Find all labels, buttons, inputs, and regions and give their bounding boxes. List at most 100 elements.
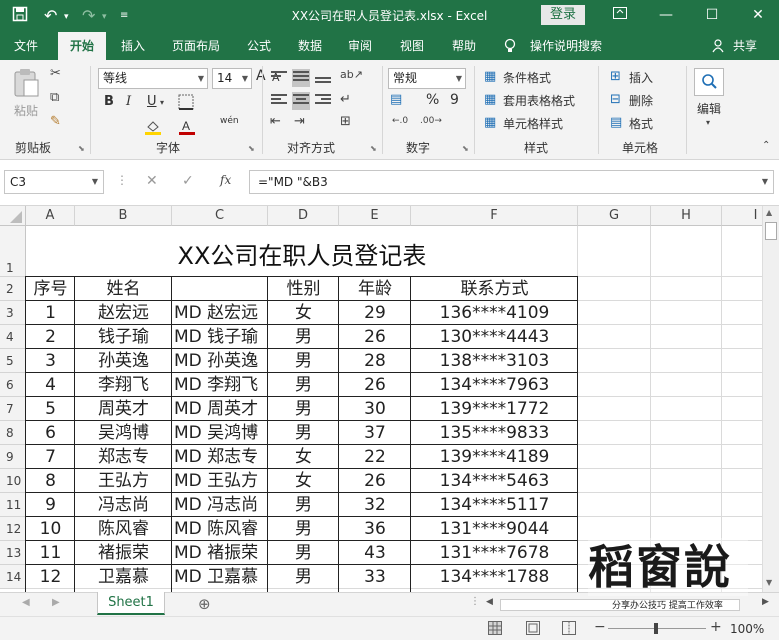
align-bottom-icon[interactable] [314,69,332,87]
scroll-up-icon[interactable]: ▲ [766,208,772,217]
row14-cell-c[interactable]: MD 卫嘉慕 [172,565,268,589]
header-cell-e[interactable]: 年龄 [339,277,411,301]
number-format-select[interactable]: 常规 ▼ [388,68,466,89]
row13-cell-c[interactable]: MD 褚振荣 [172,541,268,565]
scroll-left-icon[interactable]: ◀ [486,597,493,607]
increase-indent-icon[interactable]: ⇥ [294,114,305,129]
prev-sheet-icon[interactable]: ◀ [22,597,30,608]
row3-cell-a[interactable]: 1 [26,301,75,325]
zoom-level[interactable]: 100% [730,622,764,636]
row-header-7[interactable]: 7 [0,397,26,421]
page-layout-view-icon[interactable] [526,621,540,638]
grow-font-button[interactable]: A [256,68,266,84]
align-middle-icon[interactable] [292,69,310,87]
row14-cell-f[interactable]: 134****1788 [411,565,578,589]
formula-input[interactable]: ="MD "&B3 ▼ [249,170,774,194]
insert-cells-button[interactable]: 插入 [629,69,653,86]
row4-cell-c[interactable]: MD 钱子瑜 [172,325,268,349]
row6-cell-d[interactable]: 男 [268,373,339,397]
row9-cell-d[interactable]: 女 [268,445,339,469]
editing-button[interactable]: 编辑 [697,100,721,117]
header-cell-f[interactable]: 联系方式 [411,277,578,301]
font-name-select[interactable]: 等线 ▼ [98,68,208,89]
scroll-down-icon[interactable]: ▼ [766,578,772,587]
row6-cell-f[interactable]: 134****7963 [411,373,578,397]
row13-cell-a[interactable]: 11 [26,541,75,565]
tab-split-icon[interactable]: ⋮ [470,596,480,607]
cell-styles-icon[interactable]: ▦ [484,115,496,130]
format-painter-icon[interactable]: ✎ [50,114,61,129]
row7-cell-b[interactable]: 周英才 [75,397,172,421]
row11-cell-b[interactable]: 冯志尚 [75,493,172,517]
percent-button[interactable]: % [426,92,439,108]
row9-cell-f[interactable]: 139****4189 [411,445,578,469]
row5-cell-e[interactable]: 28 [339,349,411,373]
insert-function-icon[interactable]: fx [220,173,231,187]
row11-cell-c[interactable]: MD 冯志尚 [172,493,268,517]
new-sheet-icon[interactable]: ⊕ [198,595,211,613]
phonetic-guide-button[interactable]: wén [220,116,239,126]
row13-cell-b[interactable]: 褚振荣 [75,541,172,565]
sheet-title[interactable]: XX公司在职人员登记表 [26,236,578,271]
underline-button[interactable]: U [147,94,157,109]
collapse-ribbon-icon[interactable]: ⌃ [762,140,770,151]
insert-cells-icon[interactable]: ⊞ [610,69,621,84]
header-cell-b[interactable]: 姓名 [75,277,172,301]
row3-cell-f[interactable]: 136****4109 [411,301,578,325]
zoom-out-icon[interactable]: − [594,619,606,635]
row4-cell-b[interactable]: 钱子瑜 [75,325,172,349]
tab-page-layout[interactable]: 页面布局 [164,32,228,60]
copy-icon[interactable]: ⧉ [50,90,59,105]
row-header-12[interactable]: 12 [0,517,26,541]
row14-cell-a[interactable]: 12 [26,565,75,589]
row8-cell-f[interactable]: 135****9833 [411,421,578,445]
worksheet-grid[interactable]: A B C D E F G H I 1 2 3 4 5 6 7 8 9 10 11 12 13 14 XX公司在职人员登记表序… [0,206,762,592]
tab-formulas[interactable]: 公式 [240,32,278,60]
tab-home[interactable]: 开始 [58,32,106,60]
tab-file[interactable]: 文件 [4,32,48,60]
row9-cell-e[interactable]: 22 [339,445,411,469]
row9-cell-c[interactable]: MD 郑志专 [172,445,268,469]
row-header-5[interactable]: 5 [0,349,26,373]
row-header-11[interactable]: 11 [0,493,26,517]
paste-button[interactable]: 粘贴 [14,102,38,119]
tab-review[interactable]: 审阅 [340,32,380,60]
row13-cell-d[interactable]: 男 [268,541,339,565]
tab-data[interactable]: 数据 [290,32,330,60]
row-header-6[interactable]: 6 [0,373,26,397]
conditional-format-button[interactable]: 条件格式 [503,69,551,86]
next-sheet-icon[interactable]: ▶ [52,597,60,608]
header-cell-c[interactable] [172,277,268,301]
wrap-text-icon[interactable]: ↵ [340,92,351,107]
share-person-icon[interactable] [710,32,726,60]
row4-cell-f[interactable]: 130****4443 [411,325,578,349]
row7-cell-e[interactable]: 30 [339,397,411,421]
row3-cell-c[interactable]: MD 赵宏远 [172,301,268,325]
row8-cell-b[interactable]: 吴鸿博 [75,421,172,445]
name-box[interactable]: C3 ▼ [4,170,104,194]
number-launcher-icon[interactable]: ⬊ [462,144,469,153]
column-header-f[interactable]: F [411,206,578,226]
row6-cell-b[interactable]: 李翔飞 [75,373,172,397]
format-as-table-button[interactable]: 套用表格格式 [503,92,575,109]
vertical-scrollbar[interactable]: ▲ ▼ [762,206,779,592]
row-header-13[interactable]: 13 [0,541,26,565]
header-cell-d[interactable]: 性别 [268,277,339,301]
row5-cell-b[interactable]: 孙英逸 [75,349,172,373]
row10-cell-d[interactable]: 女 [268,469,339,493]
merge-center-icon[interactable]: ⊞ [340,114,351,129]
row13-cell-e[interactable]: 43 [339,541,411,565]
tab-view[interactable]: 视图 [392,32,432,60]
row11-cell-e[interactable]: 32 [339,493,411,517]
row12-cell-e[interactable]: 36 [339,517,411,541]
search-icon[interactable] [694,68,724,96]
column-header-a[interactable]: A [26,206,75,226]
row10-cell-f[interactable]: 134****5463 [411,469,578,493]
row5-cell-c[interactable]: MD 孙英逸 [172,349,268,373]
sheet-tab-sheet1[interactable]: Sheet1 [97,592,165,615]
column-header-g[interactable]: G [578,206,651,226]
paste-icon[interactable] [12,68,40,101]
login-button[interactable]: 登录 [541,5,585,25]
column-header-b[interactable]: B [75,206,172,226]
tab-help[interactable]: 帮助 [444,32,484,60]
